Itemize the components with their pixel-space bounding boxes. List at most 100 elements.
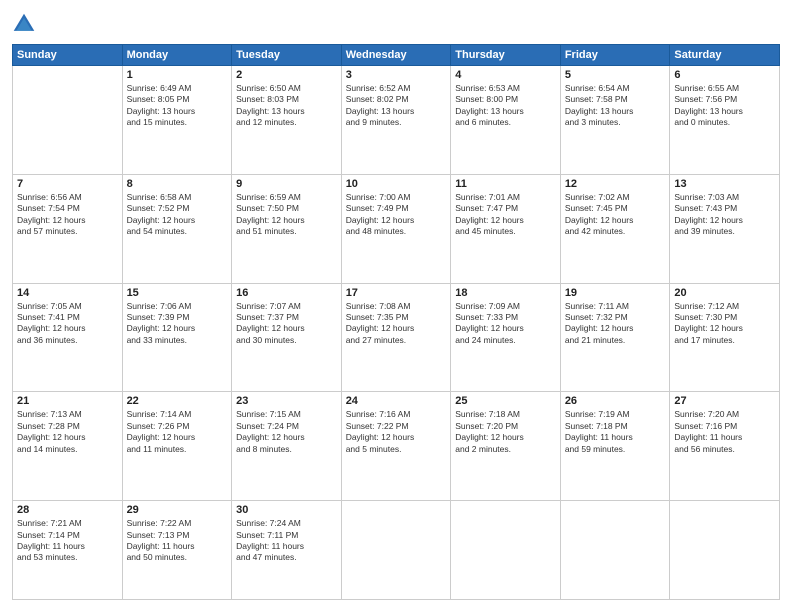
calendar-week-row: 21 Sunrise: 7:13 AM Sunset: 7:28 PM Dayli… xyxy=(13,392,780,501)
day-number: 12 xyxy=(565,178,666,190)
col-header-thursday: Thursday xyxy=(451,45,561,66)
day-info: Sunrise: 7:03 AM Sunset: 7:43 PM Dayligh… xyxy=(674,192,775,238)
day-number: 9 xyxy=(236,178,337,190)
day-info: Sunrise: 7:19 AM Sunset: 7:18 PM Dayligh… xyxy=(565,409,666,455)
col-header-wednesday: Wednesday xyxy=(341,45,451,66)
day-number: 27 xyxy=(674,395,775,407)
calendar-cell: 5 Sunrise: 6:54 AM Sunset: 7:58 PM Daylig… xyxy=(560,66,670,175)
day-info: Sunrise: 7:14 AM Sunset: 7:26 PM Dayligh… xyxy=(127,409,228,455)
day-number: 15 xyxy=(127,287,228,299)
day-info: Sunrise: 6:53 AM Sunset: 8:00 PM Dayligh… xyxy=(455,83,556,129)
day-info: Sunrise: 7:00 AM Sunset: 7:49 PM Dayligh… xyxy=(346,192,447,238)
day-info: Sunrise: 7:02 AM Sunset: 7:45 PM Dayligh… xyxy=(565,192,666,238)
calendar-cell: 28 Sunrise: 7:21 AM Sunset: 7:14 PM Dayli… xyxy=(13,501,123,600)
day-number: 20 xyxy=(674,287,775,299)
calendar-cell: 2 Sunrise: 6:50 AM Sunset: 8:03 PM Daylig… xyxy=(232,66,342,175)
calendar-cell: 30Sunrise: 7:24 AM Sunset: 7:11 PM Dayli… xyxy=(232,501,342,600)
day-info: Sunrise: 7:11 AM Sunset: 7:32 PM Dayligh… xyxy=(565,301,666,347)
day-number: 10 xyxy=(346,178,447,190)
day-number: 19 xyxy=(565,287,666,299)
calendar-cell: 29 Sunrise: 7:22 AM Sunset: 7:13 PM Dayli… xyxy=(122,501,232,600)
calendar-cell: 14 Sunrise: 7:05 AM Sunset: 7:41 PM Dayli… xyxy=(13,283,123,392)
calendar-cell xyxy=(451,501,561,600)
day-number: 30 xyxy=(236,504,337,516)
day-number: 26 xyxy=(565,395,666,407)
calendar-cell: 9 Sunrise: 6:59 AM Sunset: 7:50 PM Daylig… xyxy=(232,174,342,283)
header xyxy=(12,12,780,36)
calendar-week-row: 7 Sunrise: 6:56 AM Sunset: 7:54 PM Daylig… xyxy=(13,174,780,283)
calendar-cell: 12 Sunrise: 7:02 AM Sunset: 7:45 PM Dayli… xyxy=(560,174,670,283)
calendar-cell: 25 Sunrise: 7:18 AM Sunset: 7:20 PM Dayli… xyxy=(451,392,561,501)
day-number: 17 xyxy=(346,287,447,299)
calendar-week-row: 1 Sunrise: 6:49 AM Sunset: 8:05 PM Daylig… xyxy=(13,66,780,175)
calendar-header-row: SundayMondayTuesdayWednesdayThursdayFrid… xyxy=(13,45,780,66)
day-number: 11 xyxy=(455,178,556,190)
day-info: Sunrise: 7:18 AM Sunset: 7:20 PM Dayligh… xyxy=(455,409,556,455)
day-info: Sunrise: 7:15 AM Sunset: 7:24 PM Dayligh… xyxy=(236,409,337,455)
calendar-cell: 7 Sunrise: 6:56 AM Sunset: 7:54 PM Daylig… xyxy=(13,174,123,283)
calendar-cell: 1 Sunrise: 6:49 AM Sunset: 8:05 PM Daylig… xyxy=(122,66,232,175)
day-info: Sunrise: 6:49 AM Sunset: 8:05 PM Dayligh… xyxy=(127,83,228,129)
calendar-cell: 16 Sunrise: 7:07 AM Sunset: 7:37 PM Dayli… xyxy=(232,283,342,392)
day-info: Sunrise: 6:56 AM Sunset: 7:54 PM Dayligh… xyxy=(17,192,118,238)
calendar-cell: 24 Sunrise: 7:16 AM Sunset: 7:22 PM Dayli… xyxy=(341,392,451,501)
calendar-week-row: 28 Sunrise: 7:21 AM Sunset: 7:14 PM Dayli… xyxy=(13,501,780,600)
day-number: 8 xyxy=(127,178,228,190)
day-info: Sunrise: 7:13 AM Sunset: 7:28 PM Dayligh… xyxy=(17,409,118,455)
day-number: 21 xyxy=(17,395,118,407)
calendar-cell: 11 Sunrise: 7:01 AM Sunset: 7:47 PM Dayli… xyxy=(451,174,561,283)
day-info: Sunrise: 7:12 AM Sunset: 7:30 PM Dayligh… xyxy=(674,301,775,347)
day-info: Sunrise: 6:58 AM Sunset: 7:52 PM Dayligh… xyxy=(127,192,228,238)
day-info: Sunrise: 6:50 AM Sunset: 8:03 PM Dayligh… xyxy=(236,83,337,129)
day-number: 16 xyxy=(236,287,337,299)
day-info: Sunrise: 7:21 AM Sunset: 7:14 PM Dayligh… xyxy=(17,518,118,564)
day-number: 24 xyxy=(346,395,447,407)
day-info: Sunrise: 7:07 AM Sunset: 7:37 PM Dayligh… xyxy=(236,301,337,347)
calendar-cell xyxy=(341,501,451,600)
day-info: Sunrise: 6:54 AM Sunset: 7:58 PM Dayligh… xyxy=(565,83,666,129)
calendar-cell: 23 Sunrise: 7:15 AM Sunset: 7:24 PM Dayli… xyxy=(232,392,342,501)
day-info: Sunrise: 7:01 AM Sunset: 7:47 PM Dayligh… xyxy=(455,192,556,238)
calendar-cell: 10 Sunrise: 7:00 AM Sunset: 7:49 PM Dayli… xyxy=(341,174,451,283)
calendar-cell: 22Sunrise: 7:14 AM Sunset: 7:26 PM Dayli… xyxy=(122,392,232,501)
day-info: Sunrise: 6:59 AM Sunset: 7:50 PM Dayligh… xyxy=(236,192,337,238)
day-number: 28 xyxy=(17,504,118,516)
day-number: 25 xyxy=(455,395,556,407)
calendar-cell xyxy=(670,501,780,600)
calendar-cell: 20 Sunrise: 7:12 AM Sunset: 7:30 PM Dayli… xyxy=(670,283,780,392)
calendar-cell: 3Sunrise: 6:52 AM Sunset: 8:02 PM Daylig… xyxy=(341,66,451,175)
calendar-cell: 6Sunrise: 6:55 AM Sunset: 7:56 PM Daylig… xyxy=(670,66,780,175)
logo xyxy=(12,12,40,36)
day-number: 6 xyxy=(674,69,775,81)
day-number: 5 xyxy=(565,69,666,81)
day-number: 29 xyxy=(127,504,228,516)
day-info: Sunrise: 7:05 AM Sunset: 7:41 PM Dayligh… xyxy=(17,301,118,347)
day-info: Sunrise: 7:16 AM Sunset: 7:22 PM Dayligh… xyxy=(346,409,447,455)
day-number: 2 xyxy=(236,69,337,81)
calendar-cell: 4 Sunrise: 6:53 AM Sunset: 8:00 PM Daylig… xyxy=(451,66,561,175)
day-number: 7 xyxy=(17,178,118,190)
day-number: 14 xyxy=(17,287,118,299)
day-number: 18 xyxy=(455,287,556,299)
calendar-cell: 17Sunrise: 7:08 AM Sunset: 7:35 PM Dayli… xyxy=(341,283,451,392)
calendar-cell xyxy=(560,501,670,600)
day-info: Sunrise: 7:06 AM Sunset: 7:39 PM Dayligh… xyxy=(127,301,228,347)
day-number: 3 xyxy=(346,69,447,81)
calendar-cell: 19 Sunrise: 7:11 AM Sunset: 7:32 PM Dayli… xyxy=(560,283,670,392)
calendar-cell: 21 Sunrise: 7:13 AM Sunset: 7:28 PM Dayli… xyxy=(13,392,123,501)
calendar-cell: 8 Sunrise: 6:58 AM Sunset: 7:52 PM Daylig… xyxy=(122,174,232,283)
calendar-cell: 18Sunrise: 7:09 AM Sunset: 7:33 PM Dayli… xyxy=(451,283,561,392)
calendar-cell: 27Sunrise: 7:20 AM Sunset: 7:16 PM Dayli… xyxy=(670,392,780,501)
day-number: 1 xyxy=(127,69,228,81)
logo-icon xyxy=(12,12,36,36)
day-number: 4 xyxy=(455,69,556,81)
calendar-week-row: 14 Sunrise: 7:05 AM Sunset: 7:41 PM Dayli… xyxy=(13,283,780,392)
col-header-friday: Friday xyxy=(560,45,670,66)
calendar-cell: 13Sunrise: 7:03 AM Sunset: 7:43 PM Dayli… xyxy=(670,174,780,283)
col-header-monday: Monday xyxy=(122,45,232,66)
day-info: Sunrise: 7:22 AM Sunset: 7:13 PM Dayligh… xyxy=(127,518,228,564)
calendar-table: SundayMondayTuesdayWednesdayThursdayFrid… xyxy=(12,44,780,600)
col-header-sunday: Sunday xyxy=(13,45,123,66)
col-header-tuesday: Tuesday xyxy=(232,45,342,66)
day-number: 23 xyxy=(236,395,337,407)
